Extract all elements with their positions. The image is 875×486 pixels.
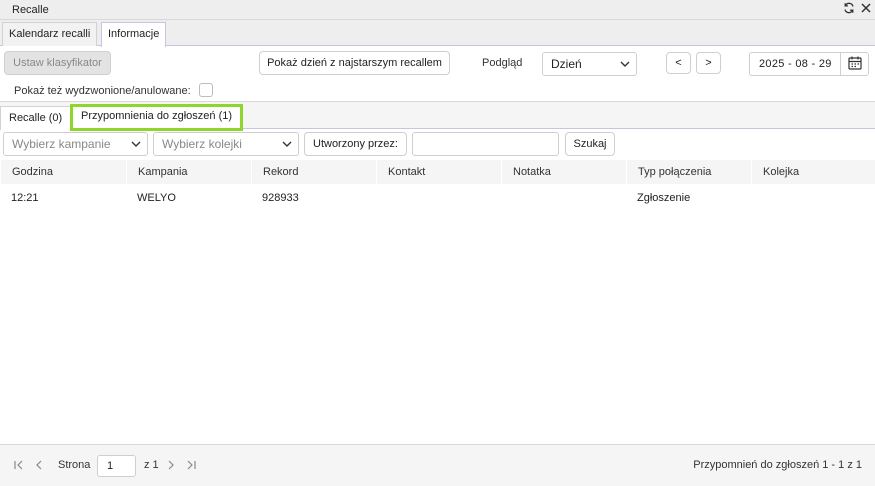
show-cancelled-checkbox[interactable]	[199, 83, 213, 97]
close-icon[interactable]	[859, 2, 873, 16]
cell-godzina: 12:21	[11, 192, 39, 204]
search-input[interactable]	[412, 132, 559, 156]
next-day-button[interactable]: >	[696, 52, 721, 74]
created-by-button[interactable]: Utworzony przez:	[304, 132, 407, 156]
campaign-select[interactable]: Wybierz kampanie	[3, 132, 148, 156]
chevron-down-icon	[282, 133, 292, 163]
sub-tab-bar: Recalle (0) Przypomnienia do zgłoszeń (1…	[0, 101, 875, 131]
pagination-summary: Przypomnień do zgłoszeń 1 - 1 z 1	[693, 459, 862, 471]
show-oldest-recall-day-button[interactable]: Pokaż dzień z najstarszym recallem	[259, 51, 450, 75]
column-header-godzina[interactable]: Godzina	[0, 160, 126, 184]
queue-select[interactable]: Wybierz kolejki	[153, 132, 299, 156]
previous-page-icon[interactable]	[34, 459, 44, 474]
next-page-icon[interactable]	[166, 459, 176, 474]
tab-recalle[interactable]: Recalle (0)	[0, 106, 72, 130]
queue-placeholder: Wybierz kolejki	[162, 137, 242, 151]
set-classifier-button[interactable]: Ustaw klasyfikator	[4, 51, 111, 75]
pagination-bar: Strona 1 z 1 Przypomnień do zgłoszeń 1 -…	[0, 444, 875, 486]
preview-label: Podgląd	[482, 57, 523, 69]
window-titlebar: Recalle	[0, 0, 875, 20]
calendar-icon[interactable]	[840, 53, 868, 75]
tab-kalendarz-recalli[interactable]: Kalendarz recalli	[2, 22, 98, 46]
table-header: Godzina Kampania Rekord Kontakt Notatka …	[0, 160, 875, 184]
column-header-typ-polaczenia[interactable]: Typ połączenia	[626, 160, 751, 184]
chevron-down-icon	[131, 133, 141, 163]
preview-select-value: Dzień	[551, 57, 582, 71]
preview-select[interactable]: Dzień	[542, 52, 637, 76]
cell-typ-polaczenia: Zgłoszenie	[637, 192, 691, 204]
last-page-icon[interactable]	[185, 459, 197, 474]
column-header-kampania[interactable]: Kampania	[126, 160, 251, 184]
refresh-icon[interactable]	[842, 2, 856, 16]
date-value: 2025 - 08 - 29	[759, 58, 832, 70]
page-label: Strona	[58, 459, 91, 471]
column-header-kolejka[interactable]: Kolejka	[751, 160, 875, 184]
cell-rekord: 928933	[262, 192, 299, 204]
page-count-label: z 1	[144, 459, 159, 471]
window-title: Recalle	[12, 4, 49, 16]
first-page-icon[interactable]	[13, 459, 25, 474]
page-number-input[interactable]: 1	[97, 455, 136, 477]
show-cancelled-label: Pokaż też wydzwonione/anulowane:	[14, 85, 191, 97]
previous-day-button[interactable]: <	[666, 52, 691, 74]
tab-informacje[interactable]: Informacje	[101, 22, 167, 47]
campaign-placeholder: Wybierz kampanie	[12, 137, 111, 151]
top-tab-bar: Kalendarz recalli Informacje	[0, 20, 875, 47]
date-picker[interactable]: 2025 - 08 - 29	[749, 52, 869, 76]
column-header-kontakt[interactable]: Kontakt	[376, 160, 501, 184]
cell-kampania: WELYO	[137, 192, 176, 204]
search-button[interactable]: Szukaj	[565, 132, 615, 156]
tab-przypomnienia[interactable]: Przypomnienia do zgłoszeń (1)	[70, 104, 244, 131]
column-header-notatka[interactable]: Notatka	[501, 160, 626, 184]
chevron-down-icon	[620, 53, 630, 83]
column-header-rekord[interactable]: Rekord	[251, 160, 376, 184]
